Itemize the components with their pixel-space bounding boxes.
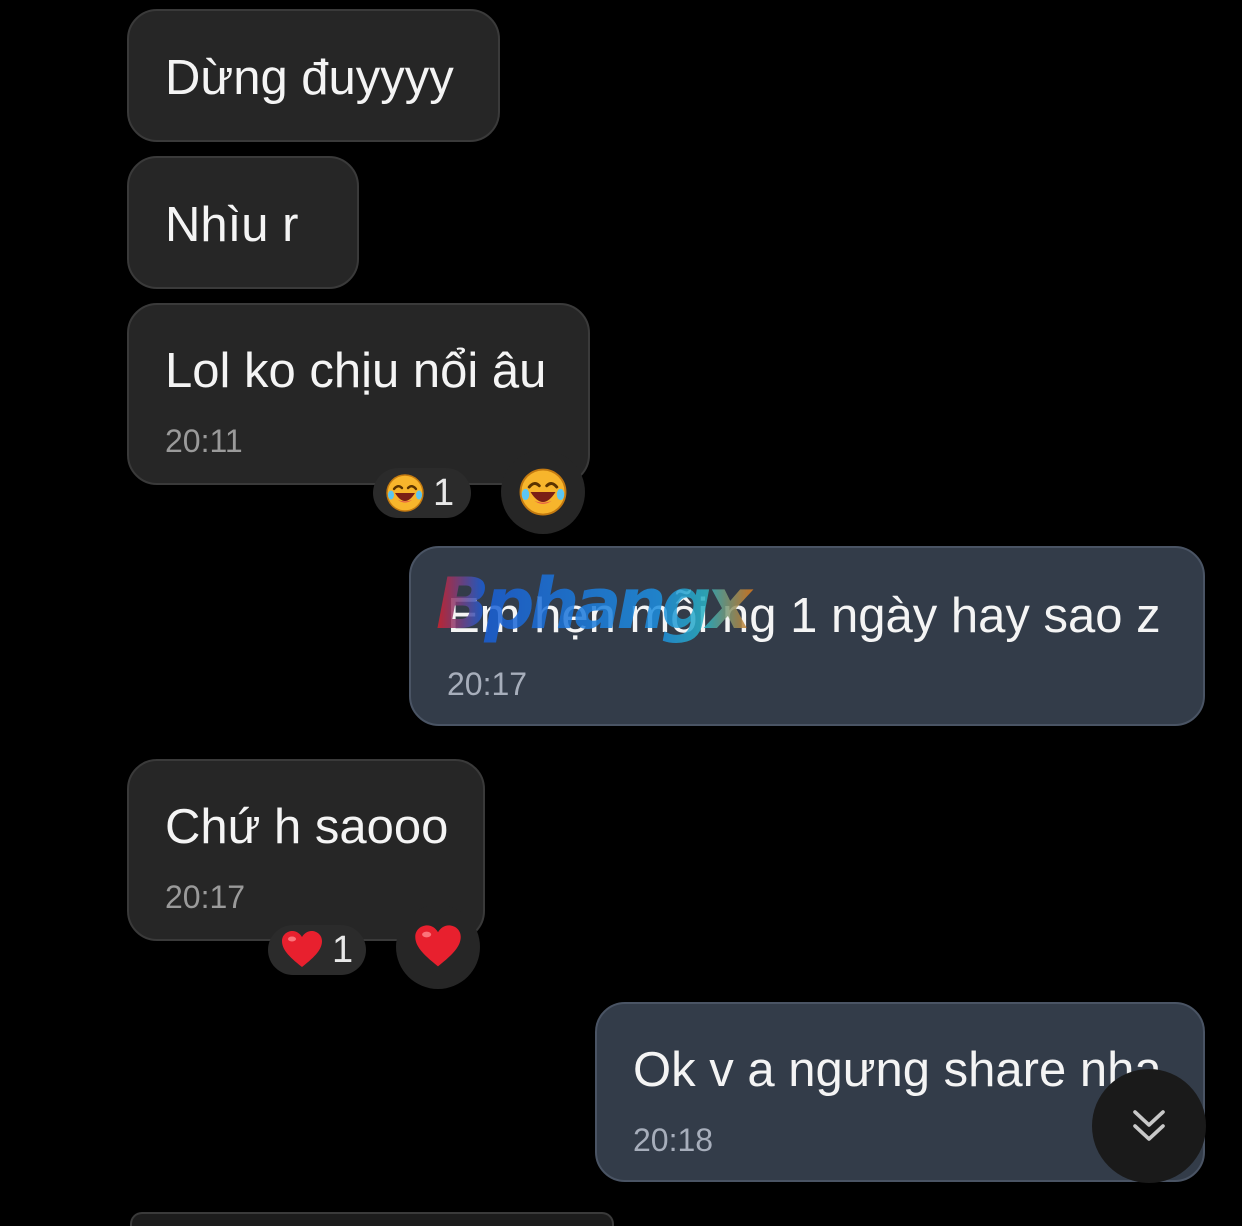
message-bubble-outgoing[interactable]: Em hẹn mỗi ng 1 ngày hay sao z 20:17: [409, 546, 1205, 726]
message-bubble-partial: [130, 1212, 614, 1226]
red-heart-icon: [282, 931, 322, 967]
message-text: Ok v a ngưng share nha: [633, 1043, 1162, 1097]
message-timestamp: 20:17: [165, 879, 246, 915]
reaction-button[interactable]: [396, 905, 480, 989]
double-chevron-down-icon: [1133, 1110, 1165, 1141]
message-timestamp: 20:18: [633, 1122, 714, 1158]
message-timestamp: 20:11: [165, 423, 243, 459]
message-text: Chứ h saooo: [165, 800, 449, 854]
red-heart-icon: [415, 925, 461, 967]
message-text: Lol ko chịu nổi âu: [165, 344, 547, 398]
laughing-crying-face-icon: [519, 468, 567, 516]
message-timestamp: 20:17: [447, 666, 528, 702]
laughing-crying-face-icon: [386, 474, 424, 512]
reaction-count: 1: [332, 929, 354, 971]
message-text: Dừng đuyyyy: [165, 51, 454, 105]
message-text: Nhìu r: [165, 198, 299, 252]
message-bubble-incoming[interactable]: Dừng đuyyyy: [127, 9, 500, 142]
reaction-count: 1: [433, 472, 455, 514]
reaction-button[interactable]: [501, 450, 585, 534]
scroll-to-bottom-button[interactable]: [1092, 1069, 1206, 1183]
reaction-summary[interactable]: 1: [373, 468, 471, 518]
message-bubble-incoming[interactable]: Nhìu r: [127, 156, 359, 289]
message-text: Em hẹn mỗi ng 1 ngày hay sao z: [447, 589, 1161, 643]
reaction-summary[interactable]: 1: [268, 925, 366, 975]
